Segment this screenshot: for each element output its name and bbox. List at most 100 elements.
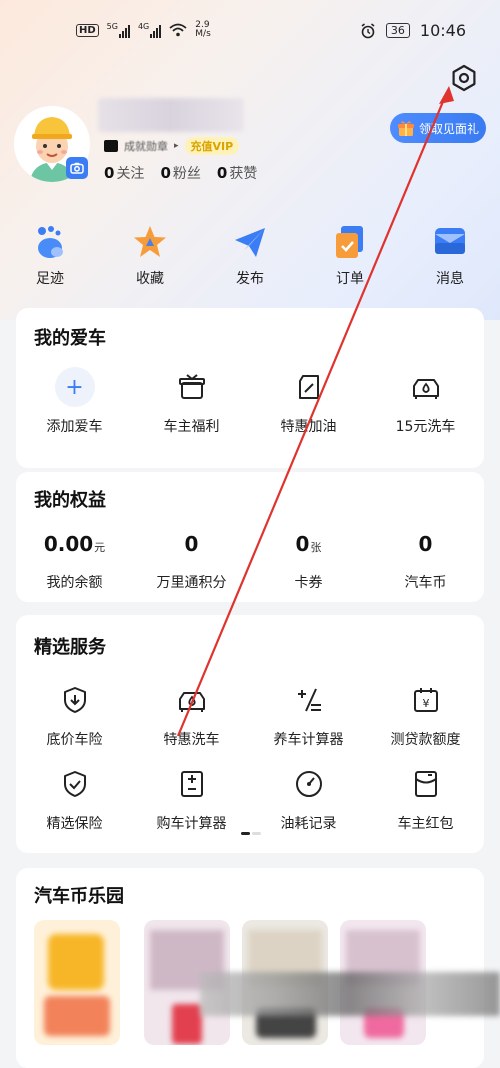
- signal-4g-icon: 4G: [137, 22, 162, 38]
- car-wash-icon: [412, 379, 439, 399]
- shield-check-icon: [63, 771, 86, 797]
- owner-benefits-button[interactable]: 车主福利: [133, 368, 250, 436]
- signal-4g-label: 4G: [137, 22, 150, 31]
- order-icon: [336, 226, 363, 258]
- change-avatar-camera-button[interactable]: [66, 157, 88, 179]
- my-car-card: 我的爱车 + 添加爱车 车主福利 特惠加油 15元洗车: [16, 308, 484, 468]
- service-fuel-log[interactable]: 油耗记录: [250, 765, 367, 833]
- wifi-icon: [169, 23, 187, 37]
- footprint-icon: [38, 226, 63, 258]
- car-wash-15-button[interactable]: 15元洗车: [367, 368, 484, 436]
- owner-benefits-label: 车主福利: [163, 419, 220, 435]
- service-red-packet[interactable]: 车主红包: [367, 765, 484, 833]
- service-loan-quota[interactable]: ¥ 测贷款额度: [367, 681, 484, 749]
- stat-following[interactable]: 0 关注: [104, 163, 144, 183]
- points-label: 万里通积分: [156, 575, 227, 591]
- battery-indicator: 36: [385, 23, 410, 38]
- stat-label: 关注: [116, 166, 145, 182]
- coupons-item[interactable]: 0张 卡券: [250, 532, 367, 592]
- net-speed: 2.9 M/s: [195, 21, 211, 39]
- coupons-label: 卡券: [294, 575, 323, 591]
- stat-value: 0: [160, 164, 171, 182]
- service-label: 购车计算器: [156, 816, 227, 832]
- username-blurred: [98, 98, 244, 132]
- quick-messages-label: 消息: [436, 271, 464, 287]
- service-selected-insurance[interactable]: 精选保险: [16, 765, 133, 833]
- wanlitong-points-item[interactable]: 0 万里通积分: [133, 532, 250, 592]
- net-speed-unit: M/s: [195, 29, 211, 39]
- quick-orders[interactable]: 订单: [300, 222, 400, 288]
- pixelated-overlay: [200, 972, 500, 1016]
- level-text: 成就勋章: [124, 140, 168, 153]
- service-maintenance-calculator[interactable]: 养车计算器: [250, 681, 367, 749]
- car-coins-item[interactable]: 0 汽车币: [367, 532, 484, 592]
- plus-icon: +: [54, 367, 95, 407]
- service-label: 特惠洗车: [163, 732, 220, 748]
- stat-fans[interactable]: 0 粉丝: [160, 163, 200, 183]
- balance-value: 0.00: [43, 532, 94, 556]
- balance-item[interactable]: 0.00元 我的余额: [16, 532, 133, 592]
- balance-label: 我的余额: [46, 575, 103, 591]
- stat-label: 粉丝: [172, 166, 201, 182]
- paper-plane-icon: [235, 228, 265, 257]
- signal-5g-label: 5G: [106, 22, 118, 31]
- plus-minus-icon: [297, 688, 321, 712]
- calculator-icon: [180, 771, 203, 797]
- medal-icon: [104, 140, 118, 152]
- message-icon: [435, 228, 465, 254]
- service-label: 养车计算器: [273, 732, 344, 748]
- quick-footprint-label: 足迹: [36, 271, 64, 287]
- stat-likes[interactable]: 0 获赞: [217, 163, 257, 183]
- vip-tag[interactable]: 充值VIP: [184, 137, 240, 155]
- service-label: 底价车险: [46, 732, 103, 748]
- car-wash-icon: [178, 692, 205, 712]
- pager-dot: [252, 832, 261, 835]
- fuel-can-icon: [298, 375, 319, 399]
- gauge-icon: [295, 771, 322, 797]
- coin-park-item-1[interactable]: [34, 920, 120, 1045]
- stat-value: 0: [216, 164, 228, 182]
- services-title: 精选服务: [34, 637, 106, 658]
- car-coins-value: 0: [418, 532, 433, 556]
- service-label: 油耗记录: [280, 816, 337, 832]
- quick-publish[interactable]: 发布: [200, 222, 300, 288]
- quick-footprint[interactable]: 足迹: [0, 222, 100, 288]
- calendar-yen-icon: ¥: [413, 688, 438, 712]
- service-label: 测贷款额度: [390, 732, 461, 748]
- fuel-discount-button[interactable]: 特惠加油: [250, 368, 367, 436]
- settings-gear-icon[interactable]: [450, 64, 478, 92]
- gift-icon: [397, 121, 414, 136]
- quick-favorites-label: 收藏: [136, 271, 164, 287]
- stat-label: 获赞: [229, 166, 258, 182]
- services-pager: [241, 832, 261, 836]
- coin-park-title: 汽车币乐园: [34, 886, 124, 907]
- svg-text:¥: ¥: [422, 697, 429, 710]
- service-purchase-calculator[interactable]: 购车计算器: [133, 765, 250, 833]
- my-rights-title: 我的权益: [34, 490, 106, 511]
- level-row[interactable]: 成就勋章 ▸ 充值VIP: [104, 137, 240, 155]
- chevron-right-icon: ▸: [174, 141, 179, 151]
- welcome-gift-button[interactable]: 领取见面礼: [390, 113, 486, 143]
- red-packet-icon: [414, 771, 437, 797]
- star-icon: [134, 226, 166, 257]
- quick-messages[interactable]: 消息: [400, 222, 500, 288]
- service-label: 精选保险: [46, 816, 103, 832]
- service-car-wash[interactable]: 特惠洗车: [133, 681, 250, 749]
- quick-favorites[interactable]: 收藏: [100, 222, 200, 288]
- service-low-price-insurance[interactable]: 底价车险: [16, 681, 133, 749]
- add-car-label: 添加爱车: [46, 419, 103, 435]
- my-rights-card: 我的权益 0.00元 我的余额 0 万里通积分 0张 卡券 0 汽车币: [16, 472, 484, 602]
- pager-dot-active: [241, 832, 250, 835]
- coupons-unit: 张: [310, 541, 322, 554]
- add-car-button[interactable]: + 添加爱车: [16, 367, 133, 436]
- my-car-title: 我的爱车: [34, 328, 106, 349]
- gift-button-label: 领取见面礼: [418, 121, 479, 136]
- stat-value: 0: [104, 164, 115, 182]
- status-bar: HD 5G 4G 2.9 M/s 36 10:46: [0, 18, 500, 48]
- signal-5g-icon: 5G: [107, 22, 130, 38]
- clock: 10:46: [419, 21, 466, 40]
- shield-down-icon: [63, 687, 86, 713]
- balance-unit: 元: [94, 541, 106, 554]
- camera-icon: [70, 162, 84, 174]
- profile-stats: 0 关注 0 粉丝 0 获赞: [104, 163, 257, 183]
